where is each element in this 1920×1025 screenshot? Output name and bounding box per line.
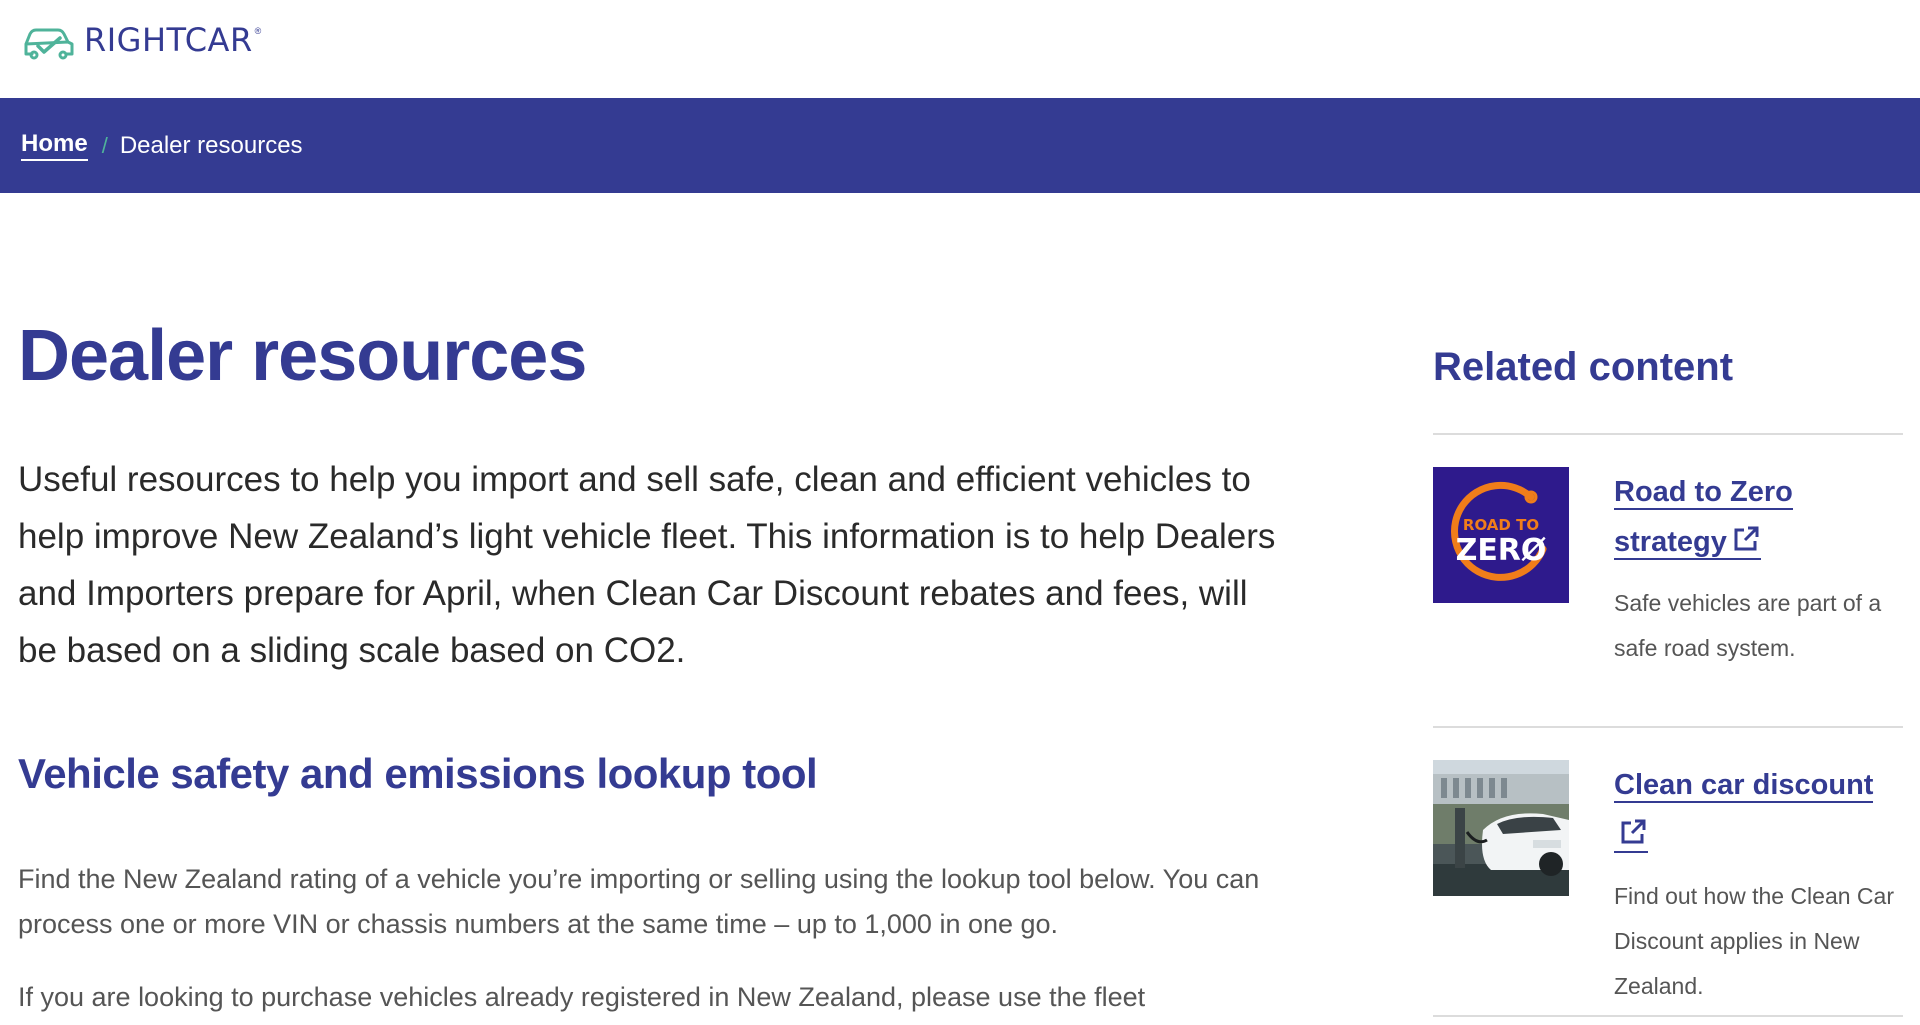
external-link-icon xyxy=(1734,526,1759,551)
breadcrumb-separator: / xyxy=(101,132,108,158)
related-content-heading: Related content xyxy=(1433,345,1734,389)
road-to-zero-link-label: Road to Zero strategy xyxy=(1614,476,1793,558)
sidebar-divider xyxy=(1433,726,1903,728)
page-title: Dealer resources xyxy=(18,316,587,396)
car-check-logo-icon xyxy=(24,28,74,60)
road-to-zero-logo-icon: ROAD TO ZERØ xyxy=(1433,467,1569,603)
road-to-zero-thumb-bottom: ZERØ xyxy=(1456,533,1547,568)
sidebar-divider xyxy=(1433,433,1903,435)
electric-car-photo-icon xyxy=(1433,760,1569,896)
intro-paragraph: Useful resources to help you import and … xyxy=(18,460,1276,670)
fleet-paragraph: If you are looking to purchase vehicles … xyxy=(18,982,1146,1012)
lookup-tool-description: Find the New Zealand rating of a vehicle… xyxy=(18,864,1260,939)
clean-car-discount-link[interactable]: Clean car discount xyxy=(1614,769,1874,853)
related-card-clean-car-discount: Clean car discount Find out how the Clea… xyxy=(1433,760,1903,999)
clean-car-thumbnail[interactable] xyxy=(1433,760,1569,896)
site-header: RIGHTCAR ® xyxy=(0,0,1920,98)
road-to-zero-thumbnail[interactable]: ROAD TO ZERØ xyxy=(1433,467,1569,603)
road-to-zero-card-text: Road to Zero strategy Safe vehicles are … xyxy=(1614,467,1904,671)
lookup-tool-heading: Vehicle safety and emissions lookup tool xyxy=(18,750,818,797)
breadcrumb: Home / Dealer resources xyxy=(21,98,303,193)
clean-car-discount-link-label: Clean car discount xyxy=(1614,769,1874,801)
logo-text: RIGHTCAR xyxy=(84,21,253,59)
road-to-zero-thumb-top: ROAD TO xyxy=(1463,516,1539,534)
road-to-zero-link[interactable]: Road to Zero strategy xyxy=(1614,476,1793,560)
breadcrumb-home-link[interactable]: Home xyxy=(21,130,88,161)
registered-mark: ® xyxy=(254,26,262,36)
sidebar-divider xyxy=(1433,1015,1903,1017)
clean-car-discount-description: Find out how the Clean Car Discount appl… xyxy=(1614,883,1894,999)
external-link-icon xyxy=(1621,819,1646,844)
breadcrumb-current: Dealer resources xyxy=(119,131,303,159)
related-card-road-to-zero: ROAD TO ZERØ Road to Zero strategy Safe … xyxy=(1433,467,1903,667)
breadcrumb-bar: Home / Dealer resources xyxy=(0,98,1920,193)
clean-car-card-text: Clean car discount Find out how the Clea… xyxy=(1614,760,1904,1009)
rightcar-logo[interactable]: RIGHTCAR ® xyxy=(20,18,261,62)
road-to-zero-description: Safe vehicles are part of a safe road sy… xyxy=(1614,590,1882,661)
